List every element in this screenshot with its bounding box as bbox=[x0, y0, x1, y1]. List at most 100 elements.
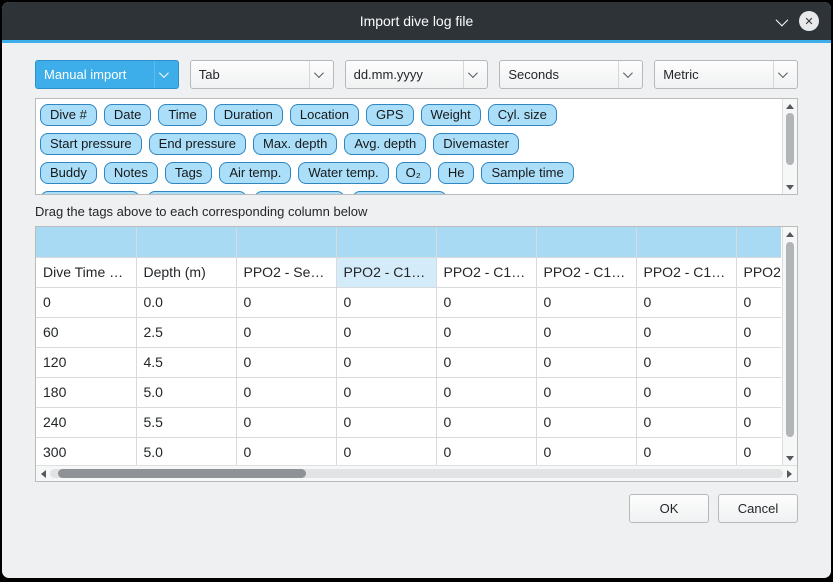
table-vertical-scrollbar[interactable] bbox=[782, 227, 797, 465]
import-type-select[interactable]: Manual import bbox=[35, 60, 179, 89]
scrollbar-thumb[interactable] bbox=[786, 113, 794, 165]
column-header: PPO2 - C1… bbox=[336, 257, 436, 287]
column-drop-cell[interactable] bbox=[736, 227, 781, 257]
table-cell: 0 bbox=[736, 377, 781, 407]
table-cell: 0 bbox=[236, 377, 336, 407]
table-cell: 0 bbox=[436, 377, 536, 407]
tag-row: Start pressure End pressure Max. depth Avg.… bbox=[40, 133, 778, 155]
column-header: PPO2 bbox=[736, 257, 781, 287]
chevron-down-icon bbox=[154, 61, 170, 88]
column-header: PPO2 - Se… bbox=[236, 257, 336, 287]
table-cell: 0 bbox=[436, 287, 536, 317]
chevron-down-icon[interactable] bbox=[776, 13, 789, 26]
ok-button[interactable]: OK bbox=[629, 494, 709, 523]
scrollbar-thumb[interactable] bbox=[786, 242, 794, 437]
table-cell: 60 bbox=[36, 317, 136, 347]
column-drop-cell[interactable] bbox=[36, 227, 136, 257]
field-separator-select[interactable]: Tab bbox=[190, 60, 334, 89]
table-cell: 0 bbox=[736, 437, 781, 465]
import-type-value: Manual import bbox=[44, 67, 154, 82]
table-cell: 0 bbox=[536, 437, 636, 465]
tag-pill[interactable]: Sample time bbox=[481, 162, 573, 184]
tag-pill[interactable]: Start pressure bbox=[40, 133, 142, 155]
tag-row: Dive # Date Time Duration Location GPS Weight C… bbox=[40, 104, 778, 126]
table-cell: 5.0 bbox=[136, 377, 236, 407]
tag-pill[interactable]: Notes bbox=[104, 162, 158, 184]
column-header: Depth (m) bbox=[136, 257, 236, 287]
table-cell: 5.0 bbox=[136, 437, 236, 465]
table-cell: 0 bbox=[536, 347, 636, 377]
tag-pill[interactable]: Time bbox=[158, 104, 206, 126]
units-select[interactable]: Metric bbox=[654, 60, 798, 89]
scrollbar-thumb[interactable] bbox=[58, 469, 306, 478]
tag-pill[interactable]: Tags bbox=[165, 162, 212, 184]
tag-pill[interactable]: He bbox=[438, 162, 475, 184]
units-value: Metric bbox=[663, 67, 773, 82]
table-row: 1204.5000000 bbox=[36, 347, 781, 377]
import-dialog: Import dive log file ✕ Manual import Tab… bbox=[2, 2, 831, 578]
column-drop-cell[interactable] bbox=[336, 227, 436, 257]
tag-pill[interactable]: Cyl. size bbox=[488, 104, 557, 126]
tag-pill[interactable]: Date bbox=[104, 104, 151, 126]
table-cell: 0 bbox=[236, 317, 336, 347]
tag-row: Sample depth Sample temp. Sample pO₂ Sample… bbox=[40, 191, 778, 194]
cancel-button[interactable]: Cancel bbox=[718, 494, 798, 523]
column-drop-cell[interactable] bbox=[136, 227, 236, 257]
tag-pill[interactable]: Weight bbox=[421, 104, 481, 126]
table-cell: 4.5 bbox=[136, 347, 236, 377]
tag-pill[interactable]: Buddy bbox=[40, 162, 97, 184]
chevron-down-icon bbox=[773, 61, 789, 88]
table-cell: 0 bbox=[336, 347, 436, 377]
table-cell: 0.0 bbox=[136, 287, 236, 317]
table-cell: 0 bbox=[336, 407, 436, 437]
tag-pill[interactable]: Air temp. bbox=[219, 162, 291, 184]
table-cell: 0 bbox=[636, 437, 736, 465]
date-format-select[interactable]: dd.mm.yyyy bbox=[345, 60, 489, 89]
header-row: Dive Time …Depth (m)PPO2 - Se…PPO2 - C1…… bbox=[36, 257, 781, 287]
tag-pill[interactable]: Duration bbox=[214, 104, 283, 126]
tag-pill[interactable]: Water temp. bbox=[298, 162, 388, 184]
scroll-left-icon[interactable] bbox=[37, 466, 50, 481]
column-drop-cell[interactable] bbox=[236, 227, 336, 257]
table-cell: 0 bbox=[536, 317, 636, 347]
tag-pill[interactable]: End pressure bbox=[149, 133, 246, 155]
tag-pill[interactable]: Sample CNS bbox=[352, 191, 447, 194]
scroll-down-icon[interactable] bbox=[783, 181, 797, 193]
tag-pill[interactable]: Avg. depth bbox=[344, 133, 426, 155]
table-cell: 0 bbox=[236, 437, 336, 465]
tag-pill[interactable]: Sample pO₂ bbox=[254, 191, 344, 194]
table-row: 00.0000000 bbox=[36, 287, 781, 317]
column-header: Dive Time … bbox=[36, 257, 136, 287]
column-drop-cell[interactable] bbox=[436, 227, 536, 257]
table-cell: 0 bbox=[436, 317, 536, 347]
column-header: PPO2 - C1… bbox=[636, 257, 736, 287]
combo-row: Manual import Tab dd.mm.yyyy Seconds Met… bbox=[35, 60, 798, 89]
table-cell: 0 bbox=[536, 377, 636, 407]
tag-pill[interactable]: Max. depth bbox=[253, 133, 337, 155]
scroll-up-icon[interactable] bbox=[783, 228, 797, 240]
tag-pill[interactable]: O₂ bbox=[396, 162, 431, 184]
table-horizontal-scrollbar[interactable] bbox=[36, 465, 797, 481]
tag-pill[interactable]: Location bbox=[290, 104, 359, 126]
column-drop-cell[interactable] bbox=[536, 227, 636, 257]
table-cell: 0 bbox=[636, 407, 736, 437]
scroll-down-icon[interactable] bbox=[783, 452, 797, 464]
tag-pill[interactable]: GPS bbox=[366, 104, 413, 126]
table-cell: 0 bbox=[736, 347, 781, 377]
tag-pill[interactable]: Dive # bbox=[40, 104, 97, 126]
column-drop-cell[interactable] bbox=[636, 227, 736, 257]
scroll-up-icon[interactable] bbox=[783, 100, 797, 112]
table-cell: 300 bbox=[36, 437, 136, 465]
chevron-down-icon bbox=[463, 61, 479, 88]
time-format-select[interactable]: Seconds bbox=[499, 60, 643, 89]
table-cell: 0 bbox=[736, 317, 781, 347]
table-cell: 0 bbox=[636, 317, 736, 347]
time-format-value: Seconds bbox=[508, 67, 618, 82]
tag-pill[interactable]: Sample depth bbox=[40, 191, 140, 194]
tag-pill[interactable]: Sample temp. bbox=[147, 191, 247, 194]
table-cell: 0 bbox=[436, 347, 536, 377]
tag-box-scrollbar[interactable] bbox=[782, 99, 797, 194]
scroll-right-icon[interactable] bbox=[783, 466, 796, 481]
tag-pill[interactable]: Divemaster bbox=[433, 133, 519, 155]
close-icon[interactable]: ✕ bbox=[799, 11, 819, 31]
